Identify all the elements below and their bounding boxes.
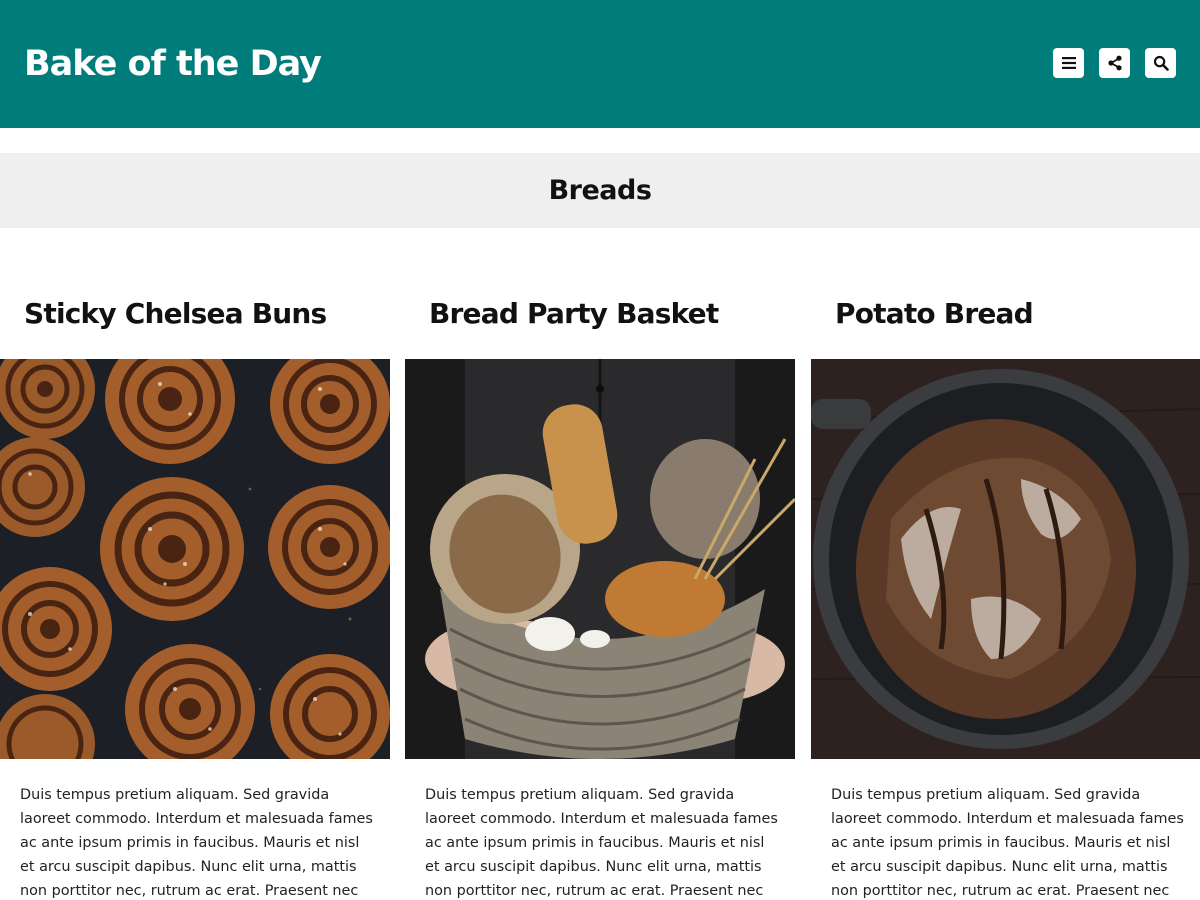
post-excerpt: Duis tempus pretium aliquam. Sed gravida…	[20, 787, 373, 899]
post-title[interactable]: Potato Bread	[835, 292, 1034, 336]
post-excerpt: Duis tempus pretium aliquam. Sed gravida…	[831, 787, 1184, 899]
post-card: Potato Bread Duis tempus pretium aliquam…	[811, 0, 1200, 900]
bread-basket-photo[interactable]	[405, 359, 795, 759]
potato-bread-photo[interactable]	[811, 359, 1200, 759]
post-title[interactable]: Sticky Chelsea Buns	[24, 292, 327, 336]
post-excerpt: Duis tempus pretium aliquam. Sed gravida…	[425, 787, 778, 899]
post-card: Sticky Chelsea Buns Duis tempus pretium …	[0, 0, 390, 900]
post-card: Bread Party Basket Duis tempus pretium a…	[405, 0, 795, 900]
post-title[interactable]: Bread Party Basket	[429, 292, 719, 336]
cinnamon-buns-photo[interactable]	[0, 359, 390, 759]
